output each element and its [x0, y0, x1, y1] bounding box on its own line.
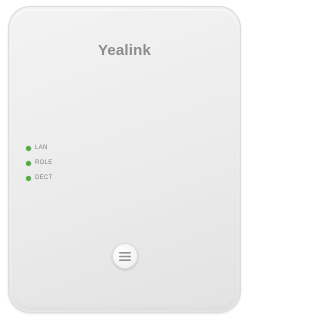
page: Yealink LAN ROLE DECT	[0, 0, 249, 318]
indicator-lan: LAN	[26, 143, 53, 153]
indicator-dect: DECT	[26, 173, 53, 183]
dect-led-icon	[26, 175, 31, 181]
dect-base-station: Yealink LAN ROLE DECT	[8, 6, 241, 313]
role-led-icon	[26, 160, 31, 166]
menu-icon	[119, 251, 131, 261]
status-indicators: LAN ROLE DECT	[26, 143, 53, 188]
device-button[interactable]	[112, 243, 138, 269]
indicator-label: ROLE	[35, 160, 53, 166]
lan-led-icon	[26, 145, 31, 151]
indicator-label: DECT	[35, 175, 53, 181]
indicator-role: ROLE	[26, 158, 53, 168]
indicator-label: LAN	[35, 145, 48, 151]
brand-logo: Yealink	[97, 42, 152, 59]
